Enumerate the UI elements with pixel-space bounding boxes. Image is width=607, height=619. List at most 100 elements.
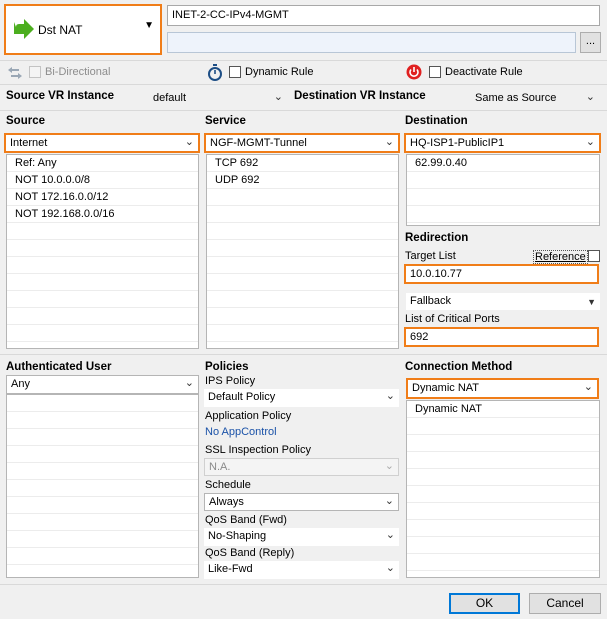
application-policy-link[interactable]: No AppControl (205, 426, 277, 438)
qos-reply-value: Like-Fwd (208, 563, 253, 575)
authenticated-user-value: Any (11, 378, 30, 390)
authenticated-user-list[interactable] (6, 394, 199, 578)
connection-method-label: Connection Method (405, 361, 513, 373)
qos-reply-label: QoS Band (Reply) (205, 547, 295, 559)
connection-method-list-item[interactable] (407, 452, 599, 469)
service-list-item[interactable] (207, 257, 398, 274)
source-list-item[interactable]: NOT 192.168.0.0/16 (7, 206, 198, 223)
authenticated-user-list-item[interactable] (7, 463, 198, 480)
dynamic-rule-checkbox[interactable] (229, 66, 241, 78)
connection-method-list-item[interactable] (407, 418, 599, 435)
connection-method-value: Dynamic NAT (412, 382, 480, 394)
authenticated-user-list-item[interactable] (7, 480, 198, 497)
connection-method-list-item[interactable] (407, 554, 599, 571)
connection-method-list-item[interactable] (407, 520, 599, 537)
description-input[interactable] (167, 32, 576, 53)
authenticated-user-list-item[interactable] (7, 497, 198, 514)
fallback-select[interactable]: Fallback ▼ (406, 293, 600, 310)
schedule-select[interactable]: Always ⌄ (204, 493, 399, 511)
service-list[interactable]: TCP 692 UDP 692 (206, 154, 399, 349)
service-list-item[interactable] (207, 223, 398, 240)
action-label: Dst NAT (38, 23, 83, 37)
source-list-item[interactable] (7, 274, 198, 291)
browse-button[interactable]: ... (580, 32, 601, 53)
destination-vr-select[interactable]: Same as Source ⌄ (470, 89, 600, 107)
authenticated-user-list-item[interactable] (7, 531, 198, 548)
connection-method-list-item[interactable] (407, 469, 599, 486)
source-list-item[interactable] (7, 342, 198, 348)
cancel-button[interactable]: Cancel (529, 593, 601, 614)
destination-list-item[interactable] (407, 206, 599, 223)
chevron-down-icon: ▼ (144, 20, 154, 31)
source-list-item[interactable] (7, 291, 198, 308)
source-list-item[interactable] (7, 223, 198, 240)
connection-method-list-item[interactable] (407, 486, 599, 503)
connection-method-list-item[interactable] (407, 537, 599, 554)
connection-method-list-item[interactable]: Dynamic NAT (407, 401, 599, 418)
qos-reply-select[interactable]: Like-Fwd ⌄ (204, 561, 399, 579)
ssl-policy-label: SSL Inspection Policy (205, 444, 311, 456)
service-list-item[interactable] (207, 274, 398, 291)
connection-method-list-item[interactable] (407, 503, 599, 520)
connection-method-list[interactable]: Dynamic NAT (406, 400, 600, 578)
source-select[interactable]: Internet ⌄ (4, 133, 200, 153)
application-policy-label: Application Policy (205, 410, 292, 422)
chevron-down-icon: ⌄ (184, 377, 194, 389)
source-vr-select[interactable]: default ⌄ (148, 89, 288, 107)
authenticated-user-list-item[interactable] (7, 395, 198, 412)
service-list-item[interactable] (207, 342, 398, 348)
authenticated-user-select[interactable]: Any ⌄ (6, 375, 199, 394)
service-list-item[interactable] (207, 240, 398, 257)
reference-checkbox[interactable] (588, 250, 600, 262)
ssl-policy-select[interactable]: N.A. ⌄ (204, 458, 399, 476)
destination-list-item[interactable]: 62.99.0.40 (407, 155, 599, 172)
destination-list-item[interactable] (407, 189, 599, 206)
critical-ports-input[interactable]: 692 (404, 327, 599, 347)
connection-method-list-item[interactable] (407, 435, 599, 452)
chevron-down-icon: ⌄ (384, 136, 394, 148)
service-list-item[interactable] (207, 189, 398, 206)
service-list-item[interactable] (207, 291, 398, 308)
source-list-item[interactable] (7, 308, 198, 325)
chevron-down-icon: ⌄ (385, 562, 395, 574)
service-list-item[interactable] (207, 308, 398, 325)
fallback-value: Fallback (410, 295, 451, 307)
destination-list[interactable]: 62.99.0.40 (406, 154, 600, 226)
connection-method-select[interactable]: Dynamic NAT ⌄ (406, 378, 599, 399)
authenticated-user-list-item[interactable] (7, 548, 198, 565)
authenticated-user-list-item[interactable] (7, 446, 198, 463)
source-list[interactable]: Ref: Any NOT 10.0.0.0/8 NOT 172.16.0.0/12 N… (6, 154, 199, 349)
service-select[interactable]: NGF-MGMT-Tunnel ⌄ (204, 133, 400, 153)
authenticated-user-list-item[interactable] (7, 429, 198, 446)
service-list-item[interactable] (207, 206, 398, 223)
bidirectional-checkbox[interactable] (29, 66, 41, 78)
source-list-item[interactable]: NOT 172.16.0.0/12 (7, 189, 198, 206)
source-list-item[interactable] (7, 325, 198, 342)
source-list-item[interactable]: Ref: Any (7, 155, 198, 172)
destination-list-item[interactable] (407, 172, 599, 189)
service-list-item[interactable] (207, 325, 398, 342)
source-list-item[interactable]: NOT 10.0.0.0/8 (7, 172, 198, 189)
ok-button[interactable]: OK (449, 593, 520, 614)
destination-vr-value: Same as Source (475, 92, 557, 104)
rule-name-input[interactable]: INET-2-CC-IPv4-MGMT (167, 5, 600, 26)
destination-select[interactable]: HQ-ISP1-PublicIP1 ⌄ (404, 133, 601, 153)
source-list-item[interactable] (7, 257, 198, 274)
ssl-policy-value: N.A. (209, 461, 231, 473)
authenticated-user-list-item[interactable] (7, 412, 198, 429)
target-list-input[interactable]: 10.0.10.77 (404, 264, 599, 284)
qos-fwd-select[interactable]: No-Shaping ⌄ (204, 528, 399, 546)
target-list-label: Target List (405, 250, 456, 262)
authenticated-user-list-item[interactable] (7, 565, 198, 577)
action-selector[interactable]: Dst NAT ▼ (4, 4, 162, 55)
service-list-item[interactable]: TCP 692 (207, 155, 398, 172)
authenticated-user-list-item[interactable] (7, 514, 198, 531)
ips-policy-value: Default Policy (208, 391, 276, 403)
chevron-down-icon: ⌄ (385, 390, 395, 402)
service-value: NGF-MGMT-Tunnel (210, 137, 307, 149)
deactivate-rule-checkbox[interactable] (429, 66, 441, 78)
source-list-item[interactable] (7, 240, 198, 257)
service-list-item[interactable]: UDP 692 (207, 172, 398, 189)
chevron-down-icon: ⌄ (385, 529, 395, 541)
ips-policy-select[interactable]: Default Policy ⌄ (204, 389, 399, 407)
